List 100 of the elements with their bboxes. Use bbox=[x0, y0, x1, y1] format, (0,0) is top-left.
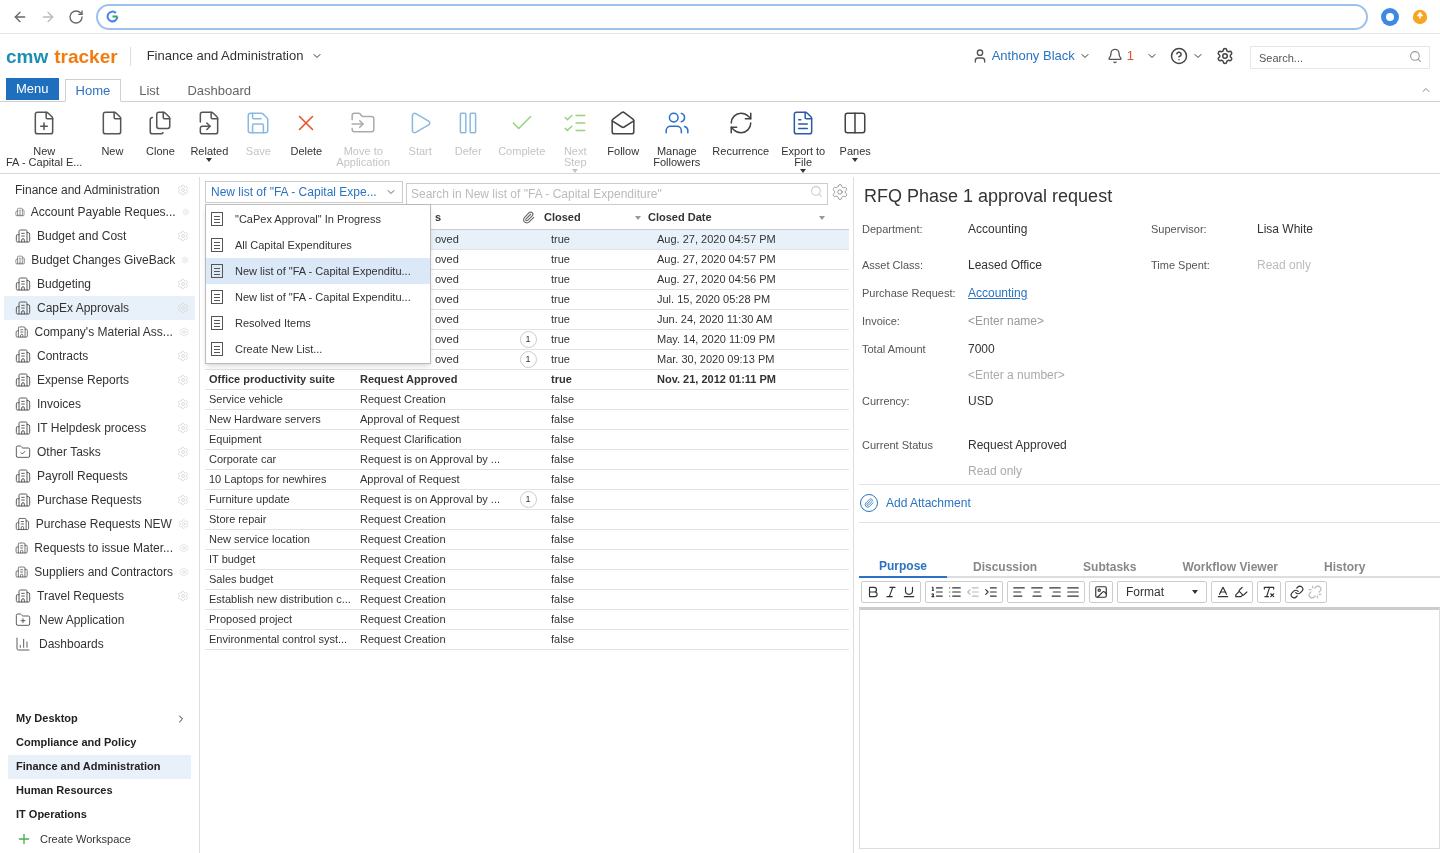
column-header[interactable]: Closed bbox=[541, 209, 645, 226]
sidebar-item[interactable]: Requests to issue Mater... bbox=[4, 536, 195, 560]
detail-tab[interactable]: Subtasks bbox=[1063, 556, 1157, 578]
ribbon-button[interactable]: Related bbox=[184, 110, 235, 162]
table-row[interactable]: New Hardware servers Approval of Request false bbox=[205, 410, 849, 430]
workspace-item[interactable]: IT Operations bbox=[8, 802, 191, 827]
field-value[interactable]: Accounting bbox=[968, 284, 1028, 302]
workspace-selector[interactable]: Finance and Administration bbox=[146, 46, 324, 66]
sidebar-item[interactable]: Purchase Requests NEW bbox=[4, 512, 195, 536]
table-row[interactable]: Equipment Request Clarification false bbox=[205, 430, 849, 450]
detail-tab[interactable]: Discussion bbox=[953, 556, 1058, 578]
sidebar-item[interactable]: Purchase Requests bbox=[4, 488, 195, 512]
search-field[interactable]: Search... bbox=[1250, 46, 1430, 69]
menu-item[interactable]: New list of "FA - Capital Expenditu... bbox=[206, 258, 430, 284]
workspace-item[interactable]: Compliance and Policy bbox=[8, 730, 191, 755]
table-row[interactable]: Sales budget Request Creation false bbox=[205, 570, 849, 590]
ribbon-tab[interactable]: Dashboard bbox=[177, 79, 262, 102]
align-left-icon[interactable] bbox=[1012, 585, 1026, 599]
clear-format-icon[interactable] bbox=[1262, 585, 1276, 599]
sidebar-item[interactable]: New Application bbox=[4, 608, 195, 632]
sidebar-item[interactable]: Budgeting bbox=[4, 272, 195, 296]
sidebar-item[interactable]: Company's Material Ass... bbox=[4, 320, 195, 344]
format-dropdown[interactable]: Format bbox=[1117, 581, 1207, 603]
create-workspace-button[interactable]: Create Workspace bbox=[16, 830, 183, 847]
detail-tab[interactable]: History bbox=[1304, 556, 1386, 578]
ribbon-tab[interactable]: List bbox=[129, 79, 170, 102]
ribbon-button[interactable]: Export to File bbox=[775, 110, 832, 173]
italic-icon[interactable] bbox=[884, 585, 898, 599]
workspace-item[interactable]: Finance and Administration bbox=[8, 754, 191, 779]
sidebar-item[interactable]: Payroll Requests bbox=[4, 464, 195, 488]
indent-icon[interactable] bbox=[984, 585, 998, 599]
table-row[interactable]: Establish new distribution c... Request Creation false bbox=[205, 590, 849, 610]
sidebar-item[interactable]: Travel Requests bbox=[4, 584, 195, 608]
ribbon-button[interactable]: Delete bbox=[282, 110, 331, 157]
list-search-field[interactable]: Search in New list of "FA - Capital Expenditure" bbox=[406, 183, 828, 205]
sidebar-item[interactable]: Account Payable Reques... bbox=[4, 200, 195, 224]
files-icon bbox=[147, 110, 174, 136]
table-row[interactable]: Environmental control syst... Request Creation false bbox=[205, 630, 849, 650]
workspace-item[interactable]: Human Resources bbox=[8, 778, 191, 803]
sidebar-item[interactable]: Budget and Cost bbox=[4, 224, 195, 248]
sidebar-item[interactable]: Invoices bbox=[4, 392, 195, 416]
sidebar-item[interactable]: CapEx Approvals bbox=[4, 296, 195, 320]
link-icon[interactable] bbox=[1290, 585, 1304, 599]
ribbon-tab[interactable]: Home bbox=[64, 79, 122, 102]
extension-icon[interactable] bbox=[1412, 8, 1428, 25]
extension-icon[interactable] bbox=[1380, 6, 1400, 27]
reload-icon[interactable] bbox=[68, 8, 84, 25]
table-row[interactable]: 10 Laptops for newhires Approval of Request false bbox=[205, 470, 849, 490]
sidebar-item[interactable]: IT Helpdesk process bbox=[4, 416, 195, 440]
list-selector[interactable]: New list of "FA - Capital Expe... bbox=[205, 181, 403, 203]
ribbon-button[interactable]: Clone bbox=[136, 110, 185, 157]
table-row[interactable]: Proposed project Request Creation false bbox=[205, 610, 849, 630]
sidebar-item[interactable]: Expense Reports bbox=[4, 368, 195, 392]
search-icon[interactable] bbox=[810, 185, 823, 198]
numbered-list-icon[interactable] bbox=[930, 585, 944, 599]
ribbon-button[interactable]: New FA - Capital E... bbox=[0, 110, 89, 168]
table-row[interactable]: IT budget Request Creation false bbox=[205, 550, 849, 570]
ribbon-button[interactable]: Manage Followers bbox=[647, 110, 707, 168]
settings-icon[interactable] bbox=[1216, 47, 1234, 65]
ribbon-button[interactable]: Panes bbox=[831, 110, 880, 162]
text-color-icon[interactable] bbox=[1216, 585, 1230, 599]
align-right-icon[interactable] bbox=[1048, 585, 1062, 599]
menu-item[interactable]: New list of "FA - Capital Expenditu... bbox=[206, 284, 430, 310]
menu-button[interactable]: Menu bbox=[6, 78, 59, 100]
image-icon[interactable] bbox=[1094, 585, 1108, 599]
table-row[interactable]: Corporate car Request is on Approval by ... false bbox=[205, 450, 849, 470]
table-row[interactable]: Furniture update Request is on Approval by ... 1 false bbox=[205, 490, 849, 510]
detail-tab[interactable]: Workflow Viewer bbox=[1162, 556, 1298, 578]
align-center-icon[interactable] bbox=[1030, 585, 1044, 599]
menu-item[interactable]: Resolved Items bbox=[206, 310, 430, 336]
sidebar-item[interactable]: Budget Changes GiveBack bbox=[4, 248, 195, 272]
user-menu[interactable]: Anthony Black bbox=[991, 46, 1091, 66]
ribbon-button[interactable]: New bbox=[88, 110, 137, 157]
bullet-list-icon[interactable] bbox=[948, 585, 962, 599]
detail-tab[interactable]: Purpose bbox=[859, 556, 947, 578]
justify-icon[interactable] bbox=[1066, 585, 1080, 599]
workspace-item[interactable]: My Desktop bbox=[8, 706, 191, 731]
field-label: Currency: bbox=[862, 394, 911, 409]
sidebar-item[interactable]: Suppliers and Contractors bbox=[4, 560, 195, 584]
sidebar-item[interactable]: Other Tasks bbox=[4, 440, 195, 464]
search-icon[interactable] bbox=[1409, 49, 1422, 63]
column-header[interactable]: Closed Date bbox=[645, 209, 829, 226]
bold-icon[interactable] bbox=[866, 585, 880, 599]
table-row[interactable]: New service location Request Creation false bbox=[205, 530, 849, 550]
sidebar-item[interactable]: Dashboards bbox=[4, 632, 195, 656]
bell-icon[interactable] bbox=[1106, 48, 1123, 64]
menu-item[interactable]: Create New List... bbox=[206, 336, 430, 362]
menu-item[interactable]: "CaPex Approval" In Progress bbox=[206, 206, 430, 232]
underline-icon[interactable] bbox=[902, 585, 916, 599]
highlight-icon[interactable] bbox=[1234, 585, 1248, 599]
table-row[interactable]: Service vehicle Request Creation false bbox=[205, 390, 849, 410]
menu-item[interactable]: All Capital Expenditures bbox=[206, 232, 430, 258]
help-icon[interactable] bbox=[1170, 47, 1188, 65]
table-row[interactable]: Office productivity suite Request Approved true Nov. 21, 2012 01:11 PM bbox=[205, 370, 849, 390]
add-attachment-link[interactable]: Add Attachment bbox=[859, 493, 971, 512]
ribbon-button[interactable]: Recurrence bbox=[706, 110, 776, 157]
ribbon-button[interactable]: Follow bbox=[599, 110, 648, 157]
sidebar-item[interactable]: Contracts bbox=[4, 344, 195, 368]
table-row[interactable]: Store repair Request Creation false bbox=[205, 510, 849, 530]
address-bar[interactable] bbox=[96, 3, 1368, 30]
